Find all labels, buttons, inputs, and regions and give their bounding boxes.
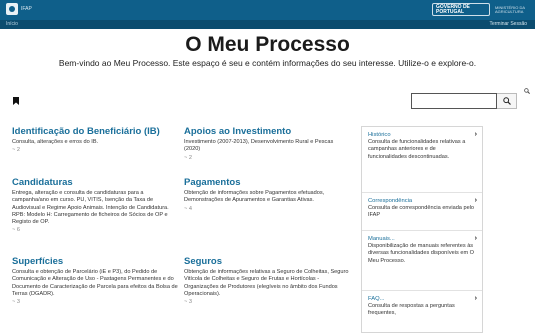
sidebar-item-description: Consulta de respostas a perguntas freque…	[368, 303, 455, 317]
ifap-logo[interactable]: IFAP	[6, 3, 32, 15]
category-description: Consulta, alterações e erros do IB.	[12, 139, 99, 145]
sidebar-item-faq[interactable]: FAQ... Consulta de respostas a perguntas…	[362, 291, 482, 332]
category-description: Entrega, alteração e consulta de candida…	[12, 190, 169, 226]
chevron-right-icon: ›	[474, 295, 477, 302]
gov-badge: GOVERNO DE PORTUGAL	[432, 3, 490, 16]
chevron-right-icon: ›	[474, 197, 477, 204]
category-count: ~ 2	[184, 154, 192, 161]
sidebar-item-title[interactable]: Histórico	[368, 131, 476, 139]
search-button[interactable]	[497, 93, 517, 109]
category-title[interactable]: Superfícies	[12, 256, 182, 267]
logo-text: IFAP	[21, 5, 32, 12]
category-count: ~ 2	[12, 147, 20, 154]
category-candidaturas: Candidaturas Entrega, alteração e consul…	[12, 177, 182, 234]
category-title[interactable]: Identificação do Beneficiário (IB)	[12, 126, 182, 137]
category-title[interactable]: Pagamentos	[184, 177, 349, 188]
search-small-icon[interactable]	[524, 88, 530, 94]
category-title[interactable]: Apoios ao Investimento	[184, 126, 349, 137]
sidebar-panel: Histórico Consulta de funcionalidades re…	[361, 126, 483, 333]
government-logo: GOVERNO DE PORTUGAL MINISTÉRIO DA AGRICU…	[432, 3, 527, 16]
sidebar-item-description: Consulta de correspondência enviada pelo…	[368, 205, 475, 219]
category-description: Obtenção de informações relativas a Segu…	[184, 269, 349, 297]
sidebar-item-description: Disponibilização de manuais referentes à…	[368, 243, 475, 264]
category-count: ~ 3	[12, 299, 20, 306]
category-count: ~ 6	[12, 227, 20, 234]
category-title[interactable]: Candidaturas	[12, 177, 182, 188]
logo-icon	[6, 3, 18, 15]
category-count: ~ 4	[184, 205, 192, 212]
page-subtitle: Bem-vindo ao Meu Processo. Este espaço é…	[58, 58, 477, 68]
category-description: Consulta e obtenção de Parcelário (iE e …	[12, 269, 178, 297]
search-input[interactable]	[411, 93, 497, 109]
category-description: Obtenção de informações sobre Pagamentos…	[184, 190, 325, 204]
category-pagamentos: Pagamentos Obtenção de informações sobre…	[184, 177, 349, 213]
home-link[interactable]: Início	[6, 21, 18, 27]
logout-link[interactable]: Terminar Sessão	[489, 21, 527, 27]
gov-sub: MINISTÉRIO DA AGRICULTURA	[495, 4, 525, 14]
chevron-right-icon: ›	[474, 235, 477, 242]
category-superficies: Superfícies Consulta e obtenção de Parce…	[12, 256, 182, 306]
sidebar-item-title[interactable]: Manuais...	[368, 235, 476, 243]
sidebar-item-description: Consulta de funcionalidades relativas a …	[368, 139, 466, 160]
sidebar-item-historico[interactable]: Histórico Consulta de funcionalidades re…	[362, 127, 482, 193]
sidebar-item-correspondencia[interactable]: Correspondência Consulta de correspondên…	[362, 193, 482, 231]
page-title: O Meu Processo	[185, 33, 350, 56]
category-identificacao: Identificação do Beneficiário (IB) Consu…	[12, 126, 182, 154]
category-apoios: Apoios ao Investimento Investimento (200…	[184, 126, 349, 162]
bookmark-icon[interactable]	[13, 97, 19, 105]
category-description: Investimento (2007-2013), Desenvolviment…	[184, 139, 334, 153]
top-bar: IFAP GOVERNO DE PORTUGAL MINISTÉRIO DA A…	[0, 0, 535, 20]
sidebar-item-title[interactable]: FAQ...	[368, 295, 476, 303]
category-seguros: Seguros Obtenção de informações relativa…	[184, 256, 349, 306]
category-title[interactable]: Seguros	[184, 256, 349, 267]
sub-bar: Início Terminar Sessão	[0, 20, 535, 29]
search-box	[411, 93, 521, 109]
search-icon	[502, 97, 511, 105]
sidebar-item-manuais[interactable]: Manuais... Disponibilização de manuais r…	[362, 231, 482, 291]
chevron-right-icon: ›	[474, 131, 477, 138]
category-count: ~ 3	[184, 299, 192, 306]
sidebar-item-title[interactable]: Correspondência	[368, 197, 476, 205]
